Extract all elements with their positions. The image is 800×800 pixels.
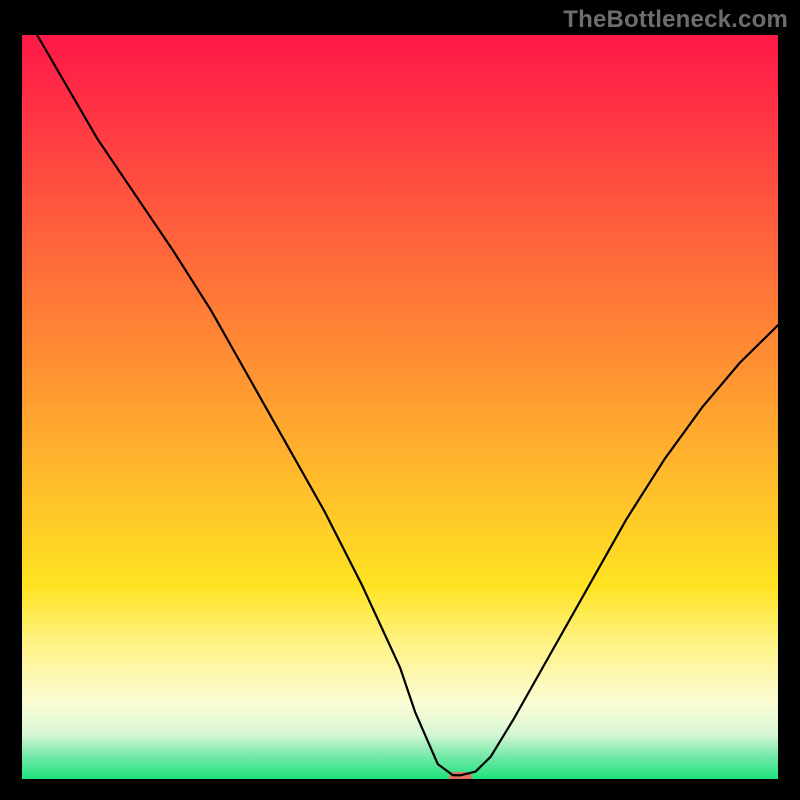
bottleneck-curve (22, 35, 778, 779)
chart-frame: TheBottleneck.com (0, 0, 800, 800)
watermark-text: TheBottleneck.com (563, 6, 788, 34)
plot-area (22, 35, 778, 779)
